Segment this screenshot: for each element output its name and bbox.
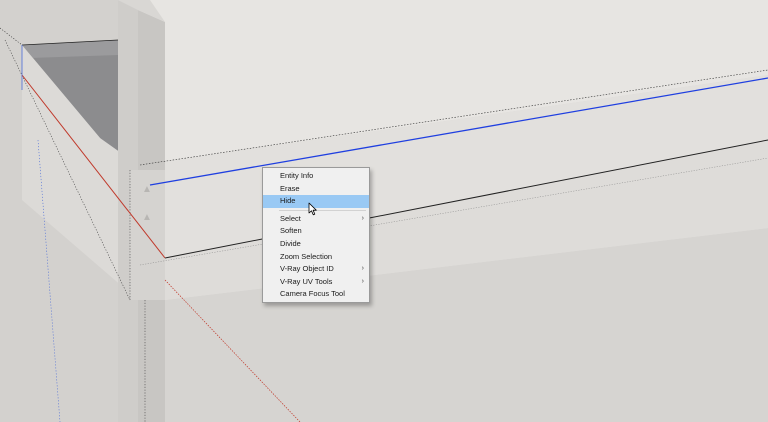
menu-item-zoom-selection[interactable]: Zoom Selection (263, 251, 369, 264)
menu-item-divide[interactable]: Divide (263, 238, 369, 251)
menu-item-label: Hide (280, 196, 296, 206)
menu-item-label: Select (280, 213, 301, 223)
menu-item-label: Divide (280, 238, 301, 248)
menu-item-label: Erase (280, 183, 300, 193)
submenu-arrow-icon: › (361, 214, 364, 222)
mouse-cursor-icon (308, 202, 317, 216)
menu-item-label: Camera Focus Tool (280, 289, 345, 299)
menu-item-erase[interactable]: Erase (263, 183, 369, 196)
scene-canvas[interactable]: ▲ ▲ (0, 0, 768, 422)
move-grip-icon-2: ▲ (142, 212, 152, 223)
submenu-arrow-icon: › (361, 265, 364, 273)
menu-item-label: Entity Info (280, 171, 314, 180)
menu-separator (279, 209, 366, 211)
menu-item-label: Zoom Selection (280, 251, 333, 261)
menu-item-vray-object-id[interactable]: V-Ray Object ID › (263, 263, 369, 276)
menu-item-label: V-Ray UV Tools (280, 276, 333, 286)
menu-item-vray-uv-tools[interactable]: V-Ray UV Tools › (263, 276, 369, 289)
menu-item-entity-info[interactable]: Entity Info (263, 170, 369, 183)
submenu-arrow-icon: › (361, 277, 364, 285)
menu-item-label: Soften (280, 226, 302, 236)
menu-item-soften[interactable]: Soften (263, 225, 369, 238)
menu-item-camera-focus-tool[interactable]: Camera Focus Tool (263, 288, 369, 301)
menu-item-label: V-Ray Object ID (280, 264, 334, 274)
move-grip-icon: ▲ (142, 184, 152, 195)
modeling-viewport[interactable]: ▲ ▲ Entity Info Erase Hide Select › Softe… (0, 0, 768, 422)
context-menu: Entity Info Erase Hide Select › Soften Di… (262, 167, 370, 303)
